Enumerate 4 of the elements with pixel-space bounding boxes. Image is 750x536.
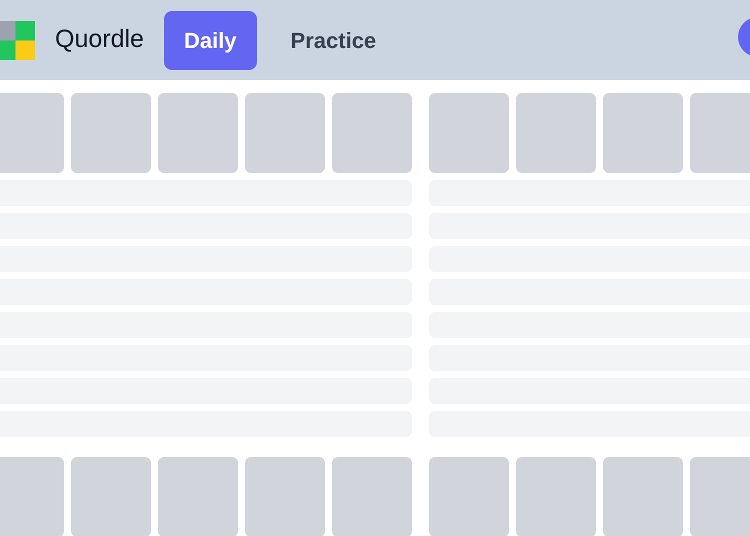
tab[interactable]: Practice (270, 10, 396, 70)
tab[interactable]: Daily (164, 10, 257, 70)
app-title: Quordle (55, 24, 144, 56)
logo-icon (0, 20, 35, 60)
